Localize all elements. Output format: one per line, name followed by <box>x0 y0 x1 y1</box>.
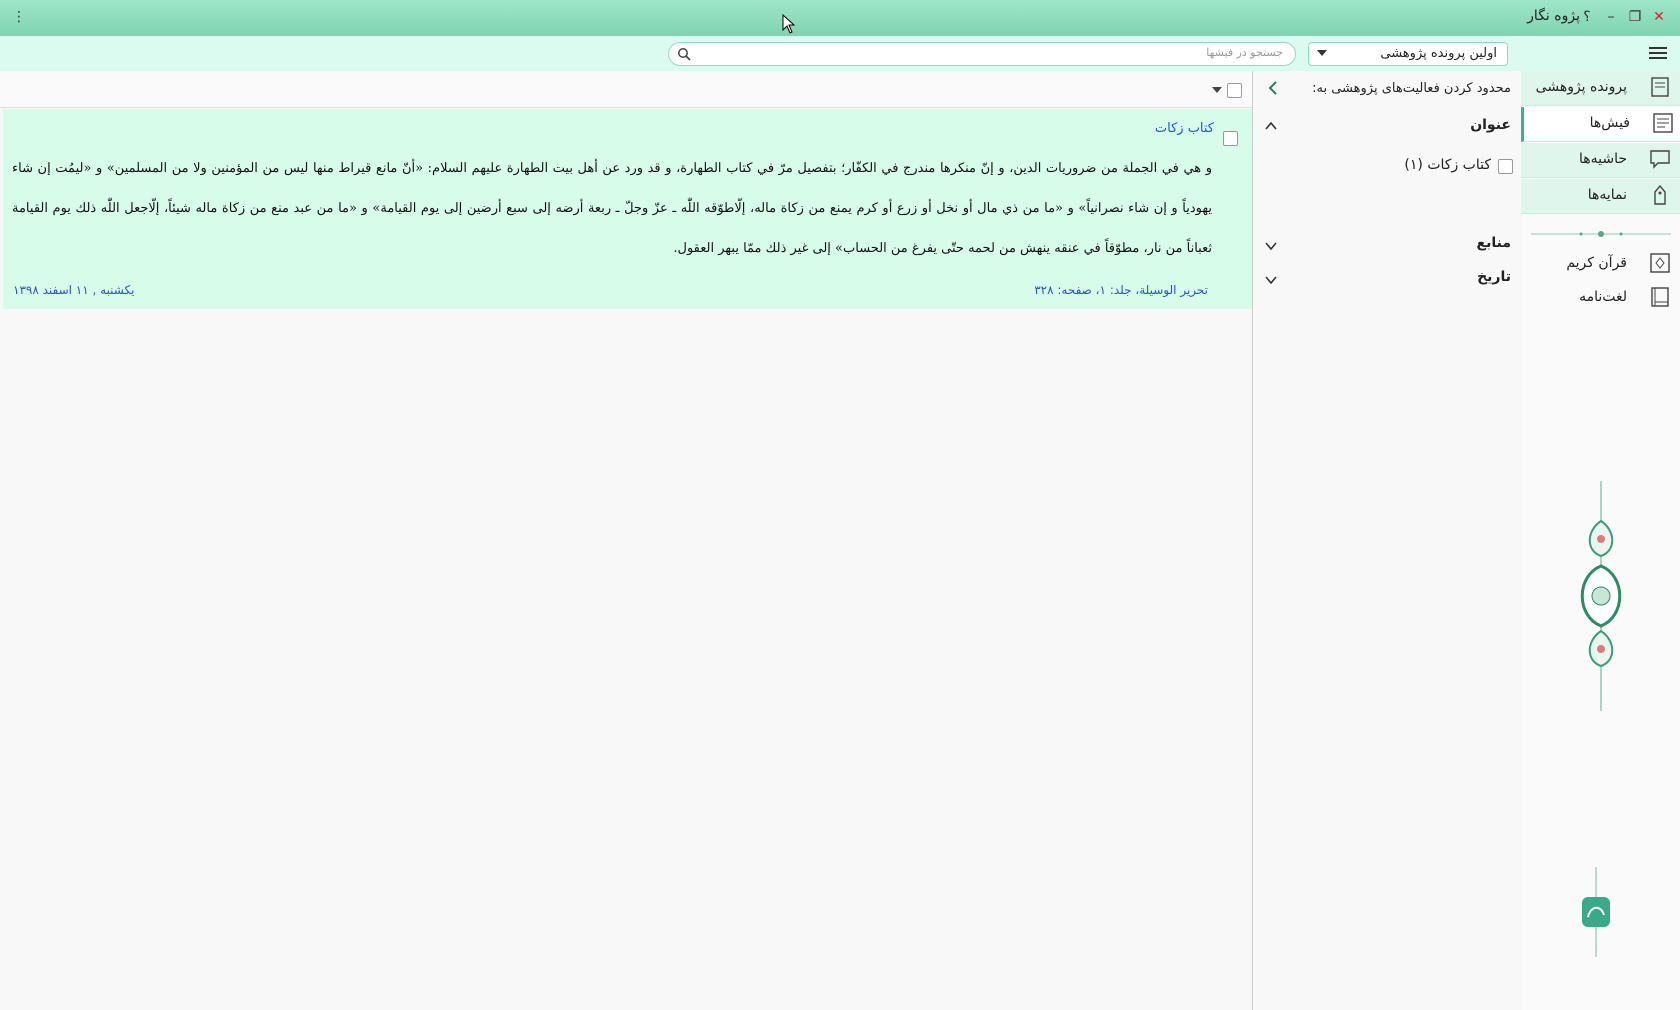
quran-icon <box>1650 253 1670 273</box>
list-header <box>0 71 1252 108</box>
ornament-divider <box>1531 231 1671 237</box>
side-navigation: پرونده پژوهشی فیش‌ها حاشیه‌ها نمایه‌ها ق… <box>1520 71 1680 1010</box>
hamburger-menu-icon[interactable] <box>1648 44 1668 66</box>
note-text: و هي في الجملة من ضروريات الدين، و إنّ م… <box>12 161 1212 256</box>
chevron-down-icon[interactable] <box>1265 275 1277 285</box>
nav-item-dictionary[interactable]: لغت‌نامه <box>1521 281 1680 315</box>
nav-item-label: نمایه‌ها <box>1587 187 1627 203</box>
filter-header: محدود کردن فعالیت‌های پژوهشی به: <box>1312 81 1511 96</box>
note-title[interactable]: کتاب زکات <box>1155 121 1214 136</box>
nav-item-label: پرونده پژوهشی <box>1535 79 1627 95</box>
dictionary-icon <box>1651 287 1669 307</box>
select-all-checkbox[interactable] <box>1227 83 1242 98</box>
chevron-left-icon[interactable] <box>1267 81 1279 95</box>
toolbar: اولین پرونده پژوهشی جستجو در فیشها <box>0 36 1680 72</box>
nav-item-label: قرآن کریم <box>1566 255 1627 271</box>
nav-item-indexes[interactable]: نمایه‌ها <box>1521 179 1680 214</box>
title-bar: ⋮ پژوه نگار ؟ – ❐ ✕ <box>0 0 1680 37</box>
note-card[interactable]: کتاب زکات و هي في الجملة من ضروريات الدي… <box>3 109 1252 309</box>
nav-item-margins[interactable]: حاشیه‌ها <box>1521 143 1680 178</box>
chevron-down-icon <box>1317 50 1327 56</box>
filter-section-sources[interactable]: منابع <box>1477 235 1511 251</box>
minimize-icon[interactable]: – <box>1600 6 1622 28</box>
nav-item-notes[interactable]: فیش‌ها <box>1521 107 1680 142</box>
note-card-icon <box>1653 113 1673 133</box>
folder-icon <box>1651 77 1669 97</box>
tag-icon <box>1654 184 1666 205</box>
chevron-down-icon[interactable] <box>1265 241 1277 251</box>
mouse-cursor-icon <box>782 14 796 34</box>
filter-option-checkbox[interactable] <box>1498 159 1513 174</box>
search-input[interactable]: جستجو در فیشها <box>668 42 1296 66</box>
app-title: پژوه نگار <box>1527 8 1580 24</box>
note-checkbox[interactable] <box>1223 131 1238 146</box>
search-placeholder: جستجو در فیشها <box>1206 46 1283 59</box>
restore-icon[interactable]: ❐ <box>1624 6 1646 28</box>
nav-item-label: فیش‌ها <box>1589 115 1630 131</box>
filter-section-title[interactable]: عنوان <box>1470 117 1511 133</box>
app-logo-icon <box>1582 867 1610 957</box>
nav-item-label: لغت‌نامه <box>1579 289 1627 305</box>
filter-option-label: کتاب زکات (۱) <box>1404 157 1491 173</box>
filter-panel: محدود کردن فعالیت‌های پژوهشی به: عنوان ک… <box>1252 71 1521 1010</box>
close-icon[interactable]: ✕ <box>1648 6 1670 28</box>
help-icon[interactable]: ؟ <box>1576 6 1598 28</box>
comment-icon <box>1650 150 1670 169</box>
decorative-ornament-icon <box>1580 481 1622 711</box>
research-file-select[interactable]: اولین پرونده پژوهشی <box>1308 42 1508 66</box>
chevron-up-icon[interactable] <box>1265 121 1277 131</box>
chevron-down-icon[interactable] <box>1212 87 1222 95</box>
search-icon[interactable] <box>677 47 691 61</box>
filter-section-date[interactable]: تاریخ <box>1477 269 1511 285</box>
nav-item-quran[interactable]: قرآن کریم <box>1521 247 1680 281</box>
note-source[interactable]: تحرير الوسيلة، جلد: ۱، صفحه: ۳۲۸ <box>1034 283 1208 297</box>
nav-item-label: حاشیه‌ها <box>1578 151 1627 167</box>
nav-item-research-file[interactable]: پرونده پژوهشی <box>1521 71 1680 106</box>
more-menu-icon[interactable]: ⋮ <box>8 6 30 28</box>
notes-list: کتاب زکات و هي في الجملة من ضروريات الدي… <box>0 71 1252 1010</box>
research-file-value: اولین پرونده پژوهشی <box>1380 46 1497 61</box>
note-date: یکشنبه , ۱۱ اسفند ۱۳۹۸ <box>13 283 135 297</box>
